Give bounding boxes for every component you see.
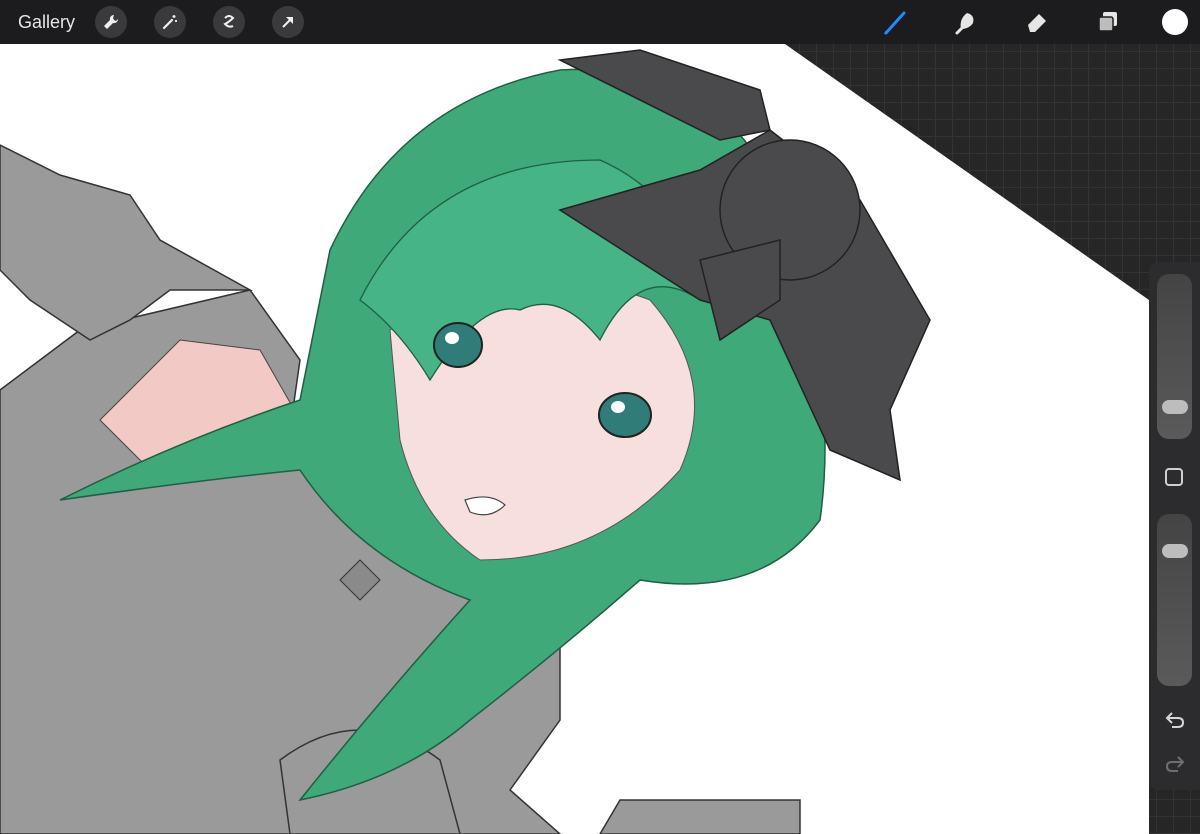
eraser-icon[interactable] bbox=[1019, 4, 1055, 40]
brush-size-thumb[interactable] bbox=[1162, 400, 1188, 414]
modify-button[interactable] bbox=[1165, 468, 1183, 486]
opacity-thumb[interactable] bbox=[1162, 544, 1188, 558]
redo-icon[interactable] bbox=[1161, 752, 1189, 776]
transform-arrow-icon[interactable] bbox=[272, 6, 305, 38]
wrench-icon[interactable] bbox=[95, 6, 128, 38]
top-toolbar: Gallery bbox=[0, 0, 1200, 44]
magic-wand-icon[interactable] bbox=[154, 6, 187, 38]
undo-icon[interactable] bbox=[1161, 708, 1189, 732]
gallery-button[interactable]: Gallery bbox=[18, 12, 75, 33]
side-controls bbox=[1149, 262, 1200, 790]
artwork bbox=[0, 44, 1149, 834]
layers-icon[interactable] bbox=[1090, 4, 1126, 40]
brush-size-slider[interactable] bbox=[1157, 274, 1192, 439]
selection-icon[interactable] bbox=[213, 6, 246, 38]
smudge-icon[interactable] bbox=[948, 4, 984, 40]
drawing-canvas[interactable] bbox=[0, 0, 1200, 834]
tool-group bbox=[842, 0, 1200, 44]
opacity-slider[interactable] bbox=[1157, 514, 1192, 686]
brush-icon[interactable] bbox=[877, 4, 913, 40]
color-swatch[interactable] bbox=[1162, 9, 1188, 35]
